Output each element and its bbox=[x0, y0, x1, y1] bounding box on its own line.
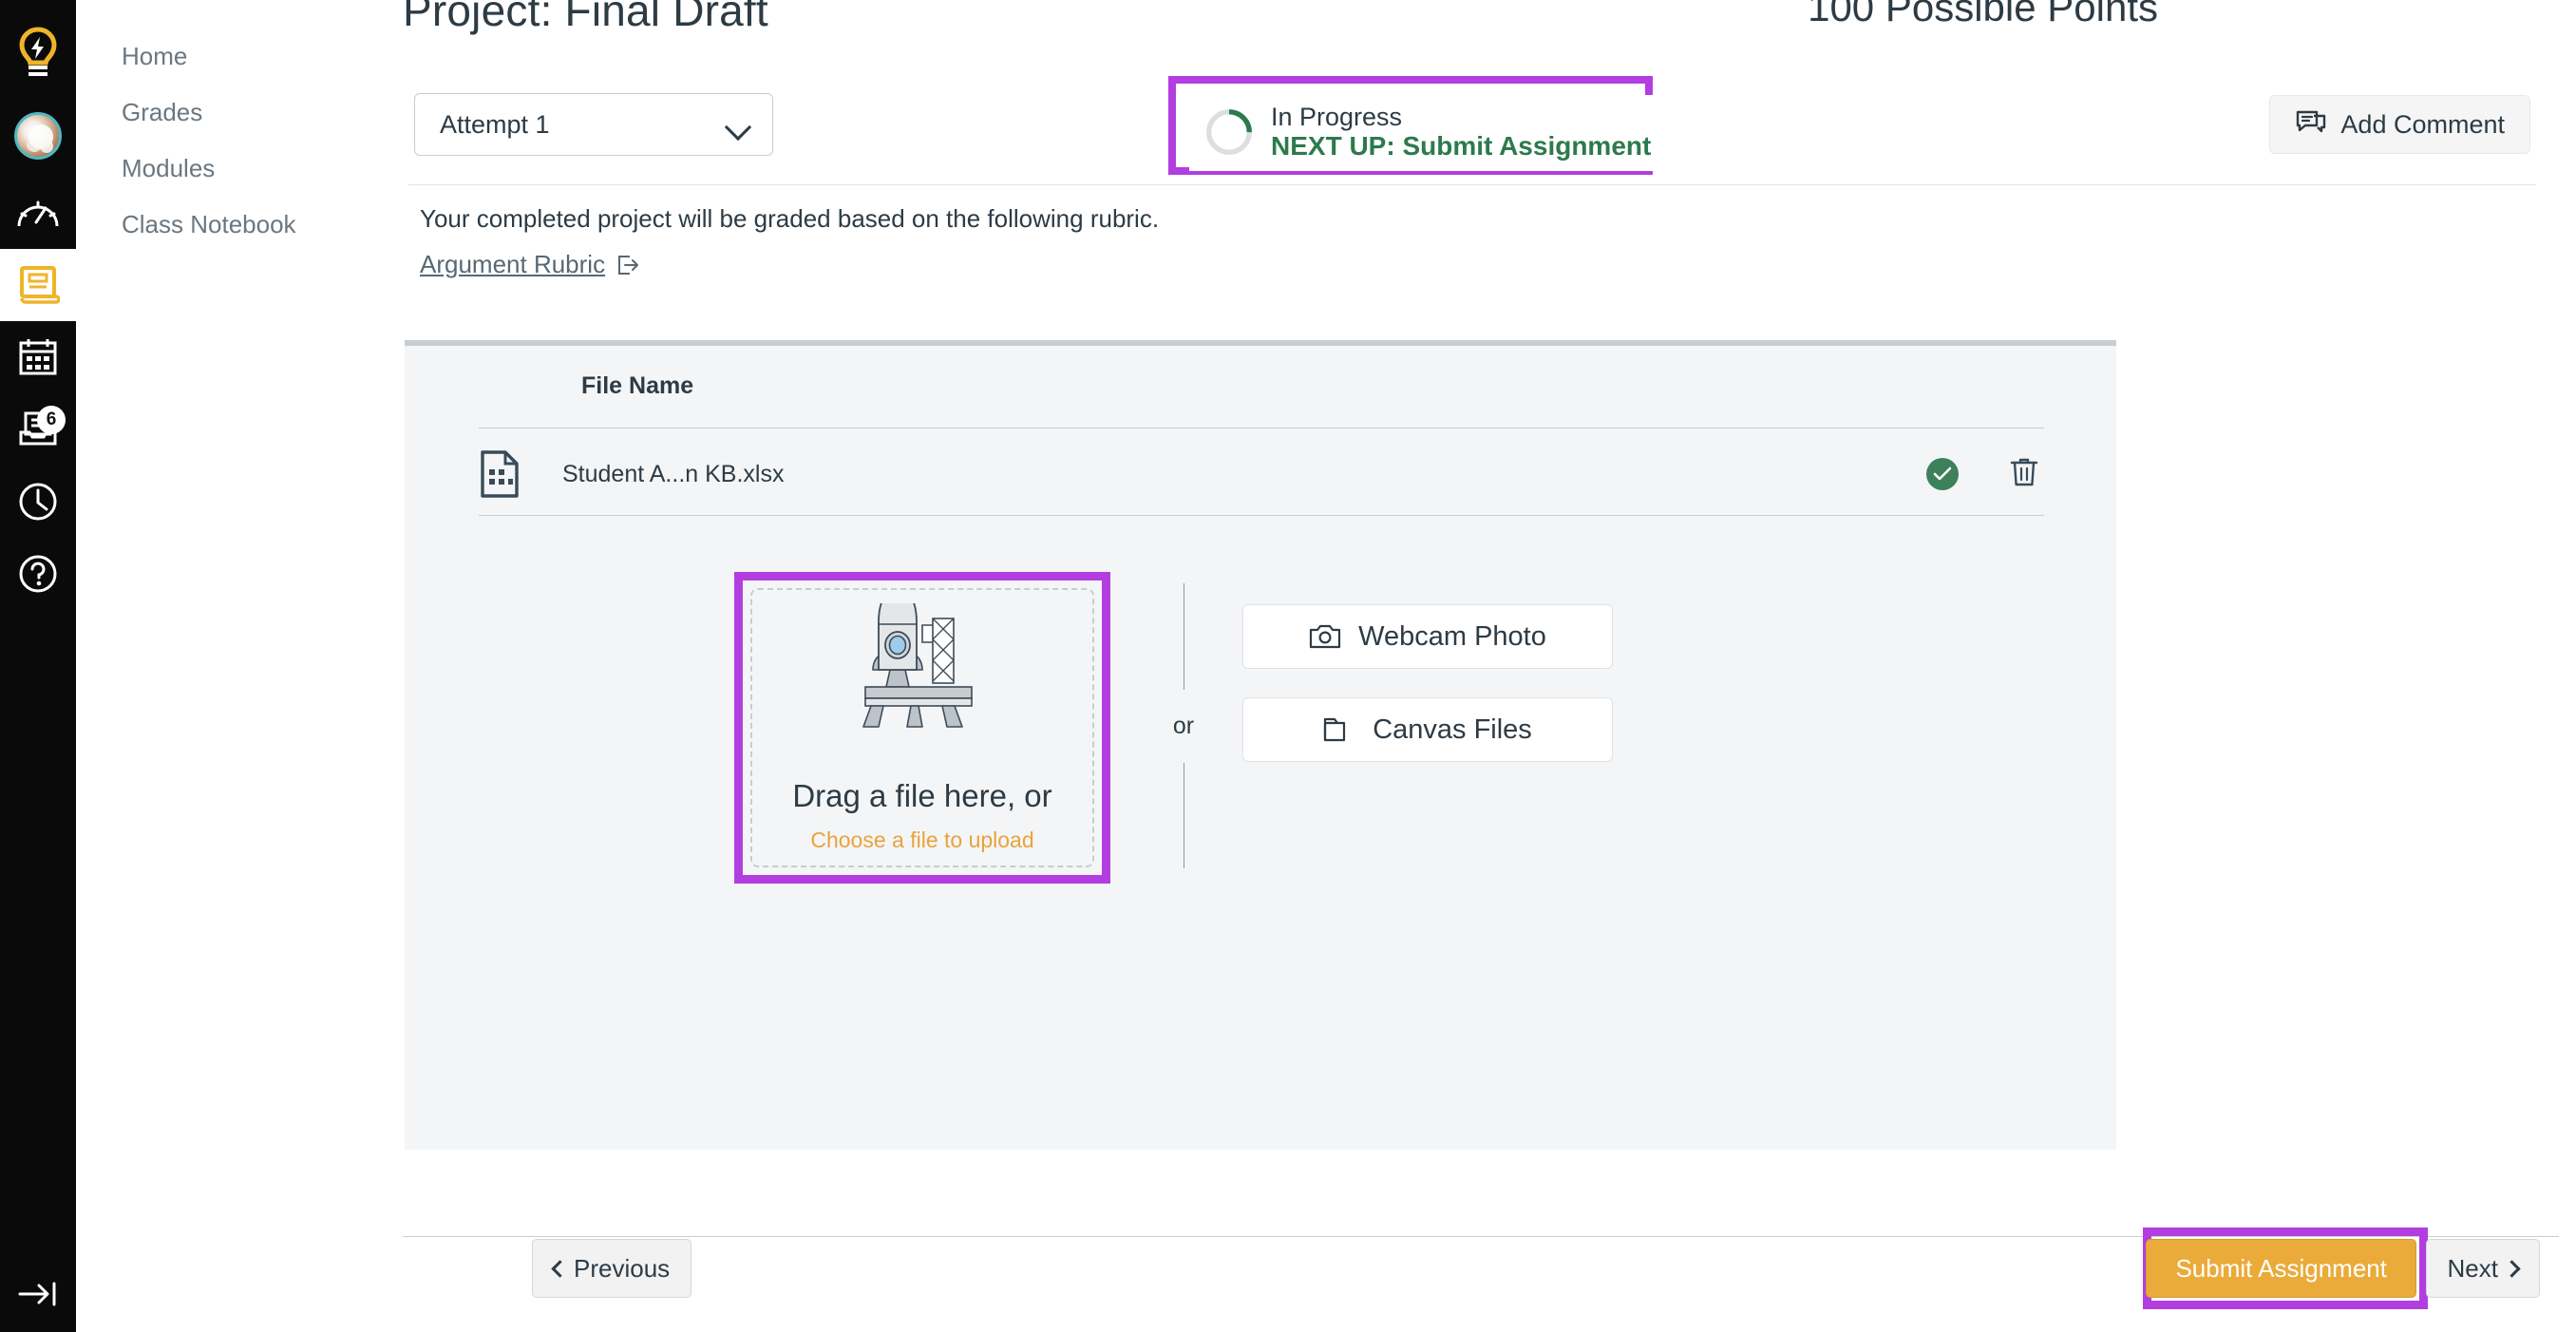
spreadsheet-file-icon bbox=[479, 449, 528, 499]
courses-book-icon bbox=[20, 266, 60, 304]
global-nav-item-courses[interactable] bbox=[0, 249, 76, 321]
check-circle-icon[interactable] bbox=[1926, 458, 1959, 490]
sidebar-item-class-notebook[interactable]: Class Notebook bbox=[76, 197, 389, 253]
calendar-icon bbox=[19, 339, 57, 375]
global-nav-collapse-button[interactable] bbox=[0, 1281, 76, 1307]
camera-icon bbox=[1310, 624, 1341, 649]
collapse-arrow-icon bbox=[18, 1282, 56, 1306]
next-label: Next bbox=[2447, 1253, 2498, 1283]
webcam-photo-label: Webcam Photo bbox=[1358, 620, 1546, 652]
divider bbox=[408, 184, 2536, 185]
next-button[interactable]: Next bbox=[2425, 1239, 2540, 1298]
assignment-main: Project: Final Draft 100 Possible Points… bbox=[389, 0, 2576, 1332]
possible-points: 100 Possible Points bbox=[1808, 0, 2158, 29]
global-nav-item-inbox[interactable]: 6 bbox=[0, 393, 76, 466]
submission-panel: File Name Student A...n KB.xlsx Drag a f… bbox=[405, 340, 2116, 1150]
status-state: In Progress bbox=[1271, 103, 1403, 131]
avatar bbox=[14, 112, 62, 160]
upload-source-buttons: Webcam Photo Canvas Files bbox=[1242, 604, 1613, 762]
global-nav-item-account[interactable] bbox=[0, 95, 76, 177]
attempt-select[interactable]: Attempt 1 bbox=[414, 93, 773, 156]
divider bbox=[479, 515, 2044, 516]
sidebar-item-modules[interactable]: Modules bbox=[76, 141, 389, 197]
external-link-icon bbox=[618, 255, 639, 275]
lightbulb-logo[interactable] bbox=[0, 13, 76, 95]
webcam-photo-button[interactable]: Webcam Photo bbox=[1242, 604, 1613, 669]
global-nav-item-help[interactable] bbox=[0, 538, 76, 610]
previous-button[interactable]: Previous bbox=[532, 1239, 692, 1298]
comment-icon bbox=[2297, 110, 2326, 133]
dropzone-title: Drag a file here, or bbox=[792, 777, 1052, 813]
page-title: Project: Final Draft bbox=[403, 0, 768, 35]
sidebar-item-home[interactable]: Home bbox=[76, 29, 389, 85]
global-navigation: 6 bbox=[0, 0, 76, 1332]
sidebar-item-grades[interactable]: Grades bbox=[76, 85, 389, 141]
status-next-up: NEXT UP: Submit Assignment bbox=[1271, 131, 1652, 162]
global-nav-item-dashboard[interactable] bbox=[0, 177, 76, 249]
global-nav-item-history[interactable] bbox=[0, 466, 76, 538]
chevron-left-icon bbox=[551, 1259, 569, 1278]
submit-assignment-button[interactable]: Submit Assignment bbox=[2146, 1239, 2416, 1298]
choose-file-link[interactable]: Choose a file to upload bbox=[810, 828, 1033, 853]
chevron-down-icon bbox=[727, 118, 751, 131]
add-comment-label: Add Comment bbox=[2340, 109, 2505, 139]
canvas-assignment-page: 6 Home Grades Modules Class Notebook Pro… bbox=[0, 0, 2576, 1332]
table-row: Student A...n KB.xlsx bbox=[479, 437, 2044, 511]
rocket-launchpad-illustration bbox=[862, 602, 973, 728]
rubric-description: Your completed project will be graded ba… bbox=[420, 204, 1160, 233]
rubric-link-row: Argument Rubric bbox=[420, 250, 641, 279]
canvas-files-label: Canvas Files bbox=[1373, 714, 1532, 745]
dashboard-gauge-icon bbox=[17, 200, 59, 227]
assignment-status: In Progress NEXT UP: Submit Assignment bbox=[1189, 95, 1667, 171]
inbox-unread-badge: 6 bbox=[37, 406, 66, 434]
or-label: or bbox=[1172, 712, 1195, 739]
argument-rubric-link[interactable]: Argument Rubric bbox=[420, 250, 605, 279]
canvas-files-button[interactable]: Canvas Files bbox=[1242, 697, 1613, 762]
trash-icon[interactable] bbox=[2010, 456, 2038, 493]
file-name: Student A...n KB.xlsx bbox=[562, 460, 785, 487]
chevron-right-icon bbox=[2503, 1259, 2521, 1278]
file-dropzone[interactable]: Drag a file here, or Choose a file to up… bbox=[750, 588, 1094, 867]
global-nav-item-calendar[interactable] bbox=[0, 321, 76, 393]
attempt-select-value: Attempt 1 bbox=[440, 109, 550, 139]
or-divider: or bbox=[1127, 583, 1241, 868]
previous-label: Previous bbox=[574, 1253, 671, 1283]
progress-ring-icon bbox=[1206, 108, 1252, 155]
clock-icon bbox=[19, 483, 57, 521]
add-comment-button[interactable]: Add Comment bbox=[2269, 95, 2530, 154]
folder-icon bbox=[1324, 717, 1346, 742]
course-navigation: Home Grades Modules Class Notebook bbox=[76, 0, 389, 1332]
assignment-toolbar: Attempt 1 In Progress NEXT UP: Submit As… bbox=[403, 76, 2549, 175]
file-name-column-header: File Name bbox=[581, 372, 694, 399]
question-circle-icon bbox=[19, 555, 57, 593]
